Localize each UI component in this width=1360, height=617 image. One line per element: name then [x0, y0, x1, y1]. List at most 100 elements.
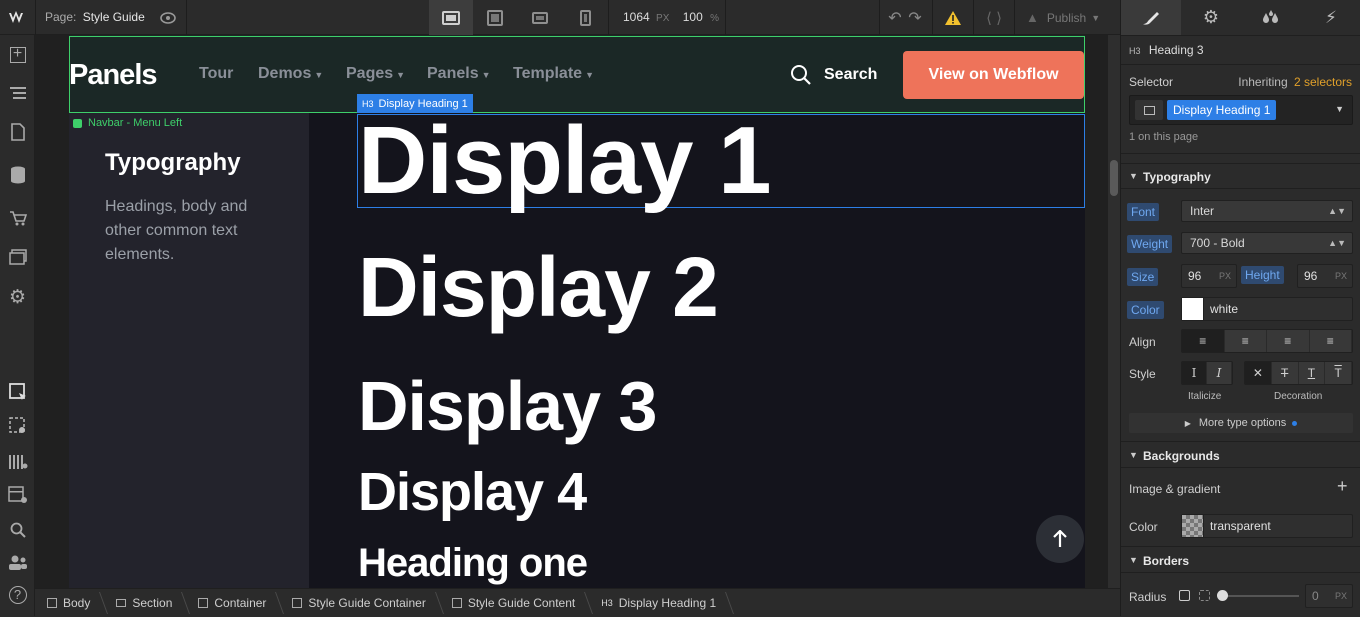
align-left-icon[interactable]: ≡	[1182, 330, 1225, 352]
preview-toggle-icon[interactable]	[0, 411, 35, 441]
selector-dropdown-icon[interactable]: ▼	[1335, 104, 1344, 114]
display-heading-2[interactable]: Display 2	[358, 241, 719, 333]
back-to-top-button[interactable]	[1036, 515, 1084, 563]
breadcrumb-section[interactable]: Section	[104, 589, 186, 617]
settings-tab-gear-icon[interactable]: ⚙	[1181, 0, 1241, 35]
mobile-portrait-breakpoint-button[interactable]	[563, 0, 607, 35]
typography-section-title[interactable]: Typography	[1143, 170, 1211, 184]
selector-chip[interactable]: Display Heading 1	[1167, 100, 1277, 120]
tablet-breakpoint-button[interactable]	[473, 0, 517, 35]
italic-style-icon[interactable]: I	[1207, 362, 1232, 384]
nav-link-pages[interactable]: Pages ▼	[346, 65, 405, 83]
nav-search-button[interactable]: Search	[790, 64, 877, 86]
settings-gear-icon[interactable]: ⚙	[0, 282, 35, 312]
style-manager-drops-icon[interactable]	[1241, 0, 1301, 35]
font-size-field[interactable]: 96 PX	[1181, 264, 1237, 288]
text-color-field[interactable]: white	[1181, 297, 1353, 321]
pages-icon[interactable]	[0, 117, 35, 147]
help-icon[interactable]: ?	[0, 580, 35, 610]
more-type-options-button[interactable]: ▶ More type options	[1129, 413, 1353, 433]
radius-individual-corners-icon[interactable]	[1199, 590, 1210, 601]
align-right-icon[interactable]: ≡	[1267, 330, 1310, 352]
color-swatch[interactable]	[1182, 298, 1204, 320]
inheriting-info[interactable]: Inheriting 2 selectors	[1238, 75, 1352, 89]
desktop-breakpoint-button[interactable]	[429, 0, 473, 35]
xray-icon[interactable]	[0, 480, 35, 510]
breadcrumb-body[interactable]: Body	[35, 589, 104, 617]
nav-link-panels[interactable]: Panels ▼	[427, 65, 491, 83]
mobile-landscape-breakpoint-button[interactable]	[518, 0, 562, 35]
tablet-icon	[487, 9, 503, 26]
assets-icon[interactable]	[0, 242, 35, 272]
weight-label: Weight	[1127, 235, 1173, 253]
display-heading-4[interactable]: Display 4	[358, 462, 587, 522]
style-tab-brush-icon[interactable]	[1121, 0, 1181, 35]
font-value: Inter	[1190, 204, 1215, 218]
designer-canvas[interactable]: Panels Tour Demos ▼ Pages ▼ Panels ▼ Templa…	[35, 35, 1120, 588]
decoration-caption: Decoration	[1274, 391, 1323, 402]
weight-select[interactable]: 700 - Bold ▲▼	[1181, 232, 1353, 254]
select-element-icon[interactable]	[0, 377, 35, 407]
breadcrumb-container[interactable]: Container	[186, 589, 280, 617]
add-background-plus-icon[interactable]: +	[1337, 476, 1348, 497]
nav-link-demos[interactable]: Demos ▼	[258, 65, 323, 83]
breadcrumb-style-guide-content[interactable]: Style Guide Content	[440, 589, 589, 617]
heading-one[interactable]: Heading one	[358, 540, 588, 586]
display-heading-1[interactable]: Display 1	[358, 109, 772, 213]
no-decoration-icon[interactable]: ✕	[1245, 362, 1272, 384]
italic-button-group: I I	[1181, 361, 1233, 385]
nav-link-template[interactable]: Template ▼	[513, 65, 594, 83]
radius-slider-handle[interactable]	[1217, 590, 1228, 601]
interactions-tab-lightning-icon[interactable]: ⚡	[1301, 0, 1360, 35]
background-color-field[interactable]: transparent	[1181, 514, 1353, 538]
nav-link-label: Pages	[346, 65, 394, 82]
warning-icon[interactable]	[933, 0, 973, 35]
grid-overlay-icon[interactable]	[0, 447, 35, 477]
selector-field[interactable]: Display Heading 1 ▼	[1129, 95, 1353, 125]
cms-icon[interactable]	[0, 160, 35, 190]
publish-button[interactable]: ▲ Publish ▼	[1026, 0, 1100, 35]
align-justify-icon[interactable]: ≡	[1309, 330, 1352, 352]
preview-eye-icon[interactable]	[152, 0, 184, 35]
users-icon[interactable]	[0, 547, 35, 577]
backgrounds-section-title[interactable]: Backgrounds	[1143, 449, 1220, 463]
ecommerce-icon[interactable]	[0, 203, 35, 233]
redo-icon[interactable]: ↷	[904, 0, 926, 35]
brand-logo[interactable]: Panels	[69, 59, 157, 92]
collapse-typography-icon[interactable]: ▼	[1129, 171, 1138, 181]
align-center-icon[interactable]: ≡	[1224, 330, 1267, 352]
line-height-field[interactable]: 96 PX	[1297, 264, 1353, 288]
display-heading-3[interactable]: Display 3	[358, 368, 657, 444]
nav-link-tour[interactable]: Tour	[199, 65, 233, 83]
more-type-options-label: More type options	[1198, 417, 1287, 429]
webflow-logo-icon[interactable]	[0, 0, 35, 35]
arrow-up-icon	[1053, 530, 1067, 547]
mobile-portrait-icon	[579, 9, 591, 26]
page-selector[interactable]: Page: Style Guide	[45, 10, 145, 24]
image-gradient-label: Image & gradient	[1129, 482, 1221, 496]
breadcrumb-display-heading-1[interactable]: H3 Display Heading 1	[589, 589, 730, 617]
borders-section-title[interactable]: Borders	[1143, 554, 1189, 568]
strikethrough-icon[interactable]: T	[1271, 362, 1299, 384]
add-elements-icon[interactable]: +	[0, 40, 35, 70]
undo-icon[interactable]: ↶	[884, 0, 906, 35]
collapse-backgrounds-icon[interactable]: ▼	[1129, 450, 1138, 460]
canvas-size-readout[interactable]: 1064 PX 100 %	[623, 10, 719, 24]
regular-style-icon[interactable]: I	[1182, 362, 1207, 384]
radius-all-corners-icon[interactable]	[1179, 590, 1190, 601]
transparent-swatch[interactable]	[1182, 515, 1204, 537]
breadcrumb-style-guide-container[interactable]: Style Guide Container	[280, 589, 439, 617]
radius-slider-track[interactable]	[1219, 595, 1299, 597]
collapse-borders-icon[interactable]: ▼	[1129, 555, 1138, 565]
canvas-scrollbar[interactable]	[1108, 35, 1120, 588]
font-select[interactable]: Inter ▲▼	[1181, 200, 1353, 222]
overline-icon[interactable]: T	[1325, 362, 1352, 384]
radius-field[interactable]: 0 PX	[1305, 584, 1353, 608]
canvas-scroll-thumb[interactable]	[1110, 160, 1118, 196]
view-on-webflow-button[interactable]: View on Webflow	[903, 51, 1084, 99]
navigator-icon[interactable]	[0, 78, 35, 108]
search-icon[interactable]	[0, 515, 35, 545]
underline-icon[interactable]: T	[1298, 362, 1326, 384]
code-export-icon[interactable]: ⟨ ⟩	[974, 0, 1014, 35]
select-arrows-icon: ▲▼	[1328, 206, 1346, 216]
